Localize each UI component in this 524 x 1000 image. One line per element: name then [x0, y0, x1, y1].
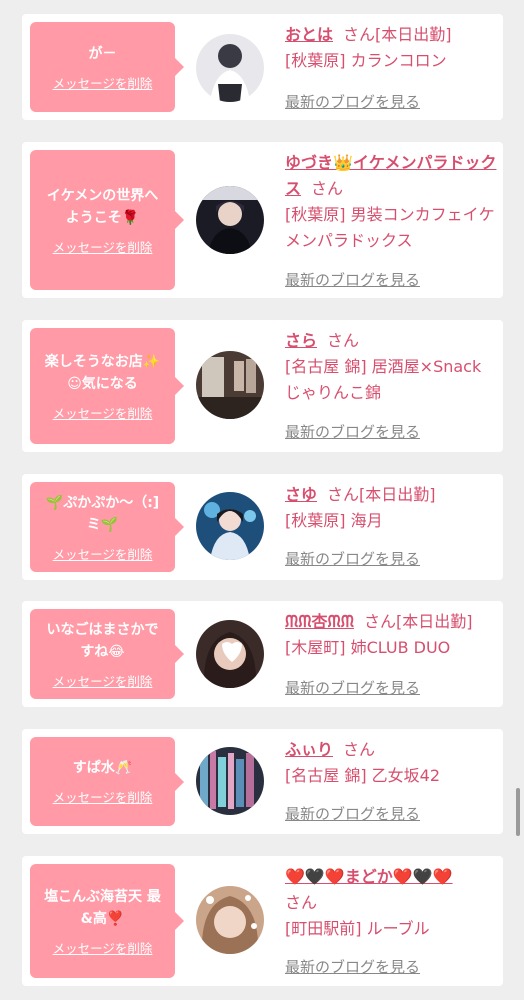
- cast-info: ❤️🖤❤️まどか❤️🖤❤️ さん [町田駅前] ルーブル: [285, 864, 499, 942]
- location-text: [秋葉原] 男装コンカフェイケメンパラドックス: [285, 205, 495, 250]
- blog-link[interactable]: 最新のブログを見る: [285, 956, 420, 977]
- delete-message-link[interactable]: メッセージを削除: [53, 671, 153, 690]
- status-badge: [本日出勤]: [395, 612, 473, 631]
- blog-link[interactable]: 最新のブログを見る: [285, 677, 420, 698]
- list-item: 🌱ぷかぷか～（:] ミ🌱 メッセージを削除 さゆ さん[本日出勤] [秋葉原] 海…: [22, 474, 503, 580]
- avatar[interactable]: [196, 186, 264, 254]
- cast-name-link[interactable]: ❤️🖤❤️まどか❤️🖤❤️: [285, 867, 453, 886]
- blog-link[interactable]: 最新のブログを見る: [285, 803, 420, 824]
- avatar[interactable]: [196, 34, 264, 102]
- delete-message-link[interactable]: メッセージを削除: [53, 938, 153, 957]
- cast-info: おとは さん[本日出勤] [秋葉原] カランコロン: [285, 22, 499, 74]
- location-text: [名古屋 錦] 居酒屋×Snack じゃりんこ錦: [285, 357, 482, 402]
- cast-name-link[interactable]: おとは: [285, 25, 333, 44]
- blog-link[interactable]: 最新のブログを見る: [285, 548, 420, 569]
- cast-name-link[interactable]: さゆ: [285, 485, 317, 504]
- avatar[interactable]: [196, 620, 264, 688]
- list-item: 塩こんぶ海苔天 最 &高❣️ メッセージを削除 ❤️🖤❤️まどか❤️🖤❤️ さん …: [22, 856, 503, 986]
- location-text: [秋葉原] 海月: [285, 511, 383, 530]
- cast-info: ᙏᙏ杏ᙏᙏ さん[本日出勤] [木屋町] 姉CLUB DUO: [285, 609, 499, 661]
- message-text: すぱ水🥂: [72, 760, 133, 776]
- message-bubble: 🌱ぷかぷか～（:] ミ🌱 メッセージを削除: [30, 482, 184, 572]
- message-text: 🌱ぷかぷか～（:] ミ🌱: [45, 494, 160, 533]
- avatar[interactable]: [196, 492, 264, 560]
- cast-info: さら さん [名古屋 錦] 居酒屋×Snack じゃりんこ錦: [285, 328, 499, 406]
- avatar[interactable]: [196, 351, 264, 419]
- message-bubble: いなごはまさかで すね😂 メッセージを削除: [30, 609, 184, 699]
- delete-message-link[interactable]: メッセージを削除: [53, 403, 153, 422]
- blog-link[interactable]: 最新のブログを見る: [285, 421, 420, 442]
- cast-info: さゆ さん[本日出勤] [秋葉原] 海月: [285, 482, 499, 534]
- message-text: が－: [88, 45, 117, 62]
- message-bubble: 楽しそうなお店✨ ☺気になる メッセージを削除: [30, 328, 184, 444]
- scrollbar[interactable]: [516, 788, 520, 836]
- message-text: 楽しそうなお店✨ ☺気になる: [44, 353, 161, 392]
- message-bubble: が－ メッセージを削除: [30, 22, 184, 112]
- list-item: いなごはまさかで すね😂 メッセージを削除 ᙏᙏ杏ᙏᙏ さん[本日出勤] [木屋町…: [22, 601, 503, 707]
- list-item: すぱ水🥂 メッセージを削除 ふぃり さん [名古屋 錦] 乙女坂42 最新のブログ…: [22, 729, 503, 834]
- delete-message-link[interactable]: メッセージを削除: [53, 787, 153, 806]
- status-badge: [本日出勤]: [375, 25, 452, 44]
- cast-info: ゆづき👑イケメンパラドックス さん [秋葉原] 男装コンカフェイケメンパラドックス: [285, 150, 499, 254]
- delete-message-link[interactable]: メッセージを削除: [53, 237, 153, 256]
- message-bubble: すぱ水🥂 メッセージを削除: [30, 737, 184, 826]
- list-item: 楽しそうなお店✨ ☺気になる メッセージを削除 さら さん [名古屋 錦] 居酒屋…: [22, 320, 503, 452]
- avatar[interactable]: [196, 886, 264, 954]
- location-text: [木屋町] 姉CLUB DUO: [285, 638, 451, 657]
- delete-message-link[interactable]: メッセージを削除: [53, 544, 153, 563]
- delete-message-link[interactable]: メッセージを削除: [53, 73, 153, 92]
- location-text: [町田駅前] ルーブル: [285, 919, 430, 938]
- cast-name-link[interactable]: ふぃり: [285, 740, 333, 759]
- status-badge: [本日出勤]: [359, 485, 436, 504]
- blog-link[interactable]: 最新のブログを見る: [285, 91, 420, 112]
- list-item: イケメンの世界へ ようこそ🌹 メッセージを削除 ゆづき👑イケメンパラドックス さん…: [22, 142, 503, 298]
- blog-link[interactable]: 最新のブログを見る: [285, 269, 420, 290]
- location-text: [名古屋 錦] 乙女坂42: [285, 766, 441, 785]
- cast-info: ふぃり さん [名古屋 錦] 乙女坂42: [285, 737, 499, 789]
- message-bubble: イケメンの世界へ ようこそ🌹 メッセージを削除: [30, 150, 184, 290]
- location-text: [秋葉原] カランコロン: [285, 51, 447, 70]
- message-bubble: 塩こんぶ海苔天 最 &高❣️ メッセージを削除: [30, 864, 184, 978]
- message-text: イケメンの世界へ ようこそ🌹: [46, 187, 159, 226]
- avatar[interactable]: [196, 747, 264, 815]
- cast-name-link[interactable]: さら: [285, 331, 317, 350]
- list-item: が－ メッセージを削除 おとは さん[本日出勤] [秋葉原] カランコロン 最新の…: [22, 14, 503, 120]
- message-text: 塩こんぶ海苔天 最 &高❣️: [44, 888, 161, 927]
- message-text: いなごはまさかで すね😂: [46, 621, 159, 660]
- cast-name-link[interactable]: ᙏᙏ杏ᙏᙏ: [285, 612, 354, 631]
